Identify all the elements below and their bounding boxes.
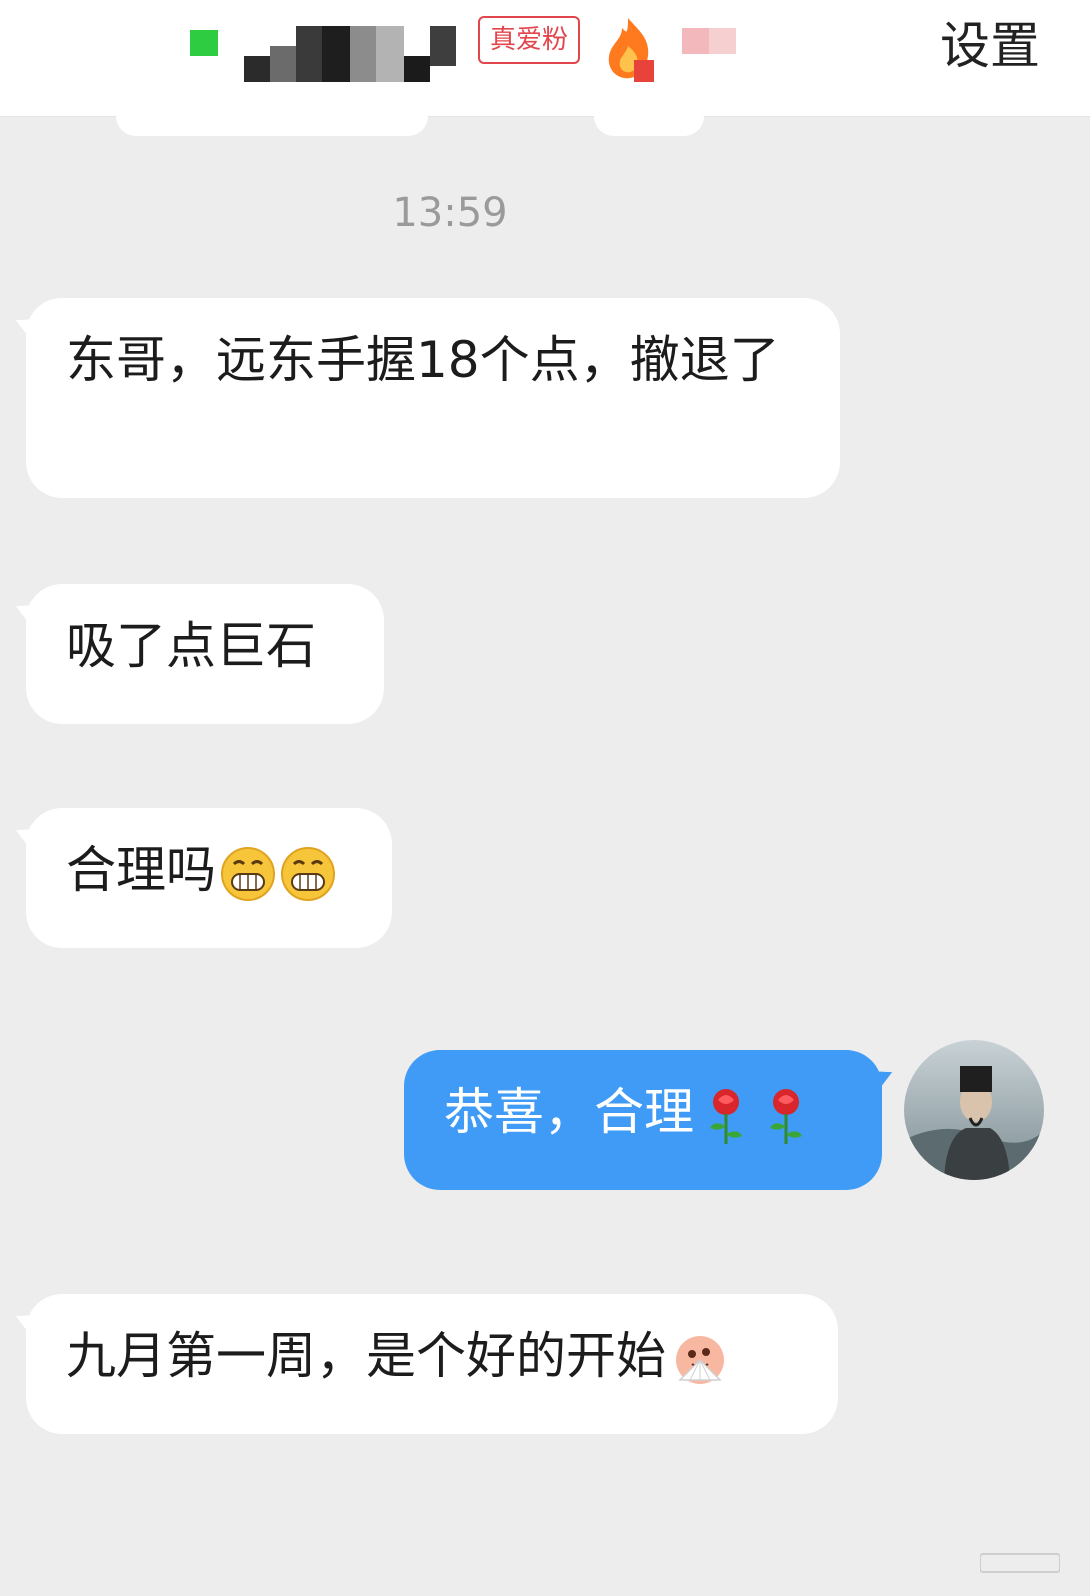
settings-button[interactable]: 设置: [940, 14, 1040, 78]
online-status-icon: [190, 30, 218, 56]
incoming-message-bubble[interactable]: 九月第一周，是个好的开始: [26, 1294, 838, 1434]
previous-message-edge: [594, 116, 704, 136]
grin-emoji-icon: [281, 846, 335, 901]
message-text: 合理吗: [66, 841, 216, 899]
message-text: 吸了点巨石: [66, 617, 316, 675]
incoming-message-bubble[interactable]: 合理吗: [26, 808, 392, 948]
message-text: 恭喜，合理: [444, 1083, 694, 1141]
message-text: 东哥，远东手握18个点，撤退了: [66, 331, 780, 389]
avatar-portrait-icon: [904, 1040, 1044, 1180]
message-text: 九月第一周，是个好的开始: [66, 1327, 666, 1385]
incoming-message-bubble[interactable]: 吸了点巨石: [26, 584, 384, 724]
rose-emoji-icon: [770, 1088, 802, 1144]
flame-icon: [608, 18, 654, 82]
outgoing-message-bubble[interactable]: 恭喜，合理: [404, 1050, 882, 1190]
chat-header: 真爱粉 设置: [0, 0, 1090, 117]
message-timestamp: 13:59: [392, 190, 508, 236]
rose-emoji-icon: [710, 1088, 742, 1144]
previous-message-edge: [116, 116, 428, 136]
contact-name-redacted[interactable]: [244, 26, 464, 82]
level-badge-redacted: [682, 28, 736, 54]
grin-emoji-icon: [221, 846, 275, 901]
fan-emoji-icon: [676, 1335, 724, 1384]
incoming-message-bubble[interactable]: 东哥，远东手握18个点，撤退了: [26, 298, 840, 498]
true-fan-badge: 真爱粉: [478, 16, 581, 64]
user-avatar[interactable]: [904, 1040, 1044, 1180]
watermark-icon: [980, 1553, 1060, 1573]
